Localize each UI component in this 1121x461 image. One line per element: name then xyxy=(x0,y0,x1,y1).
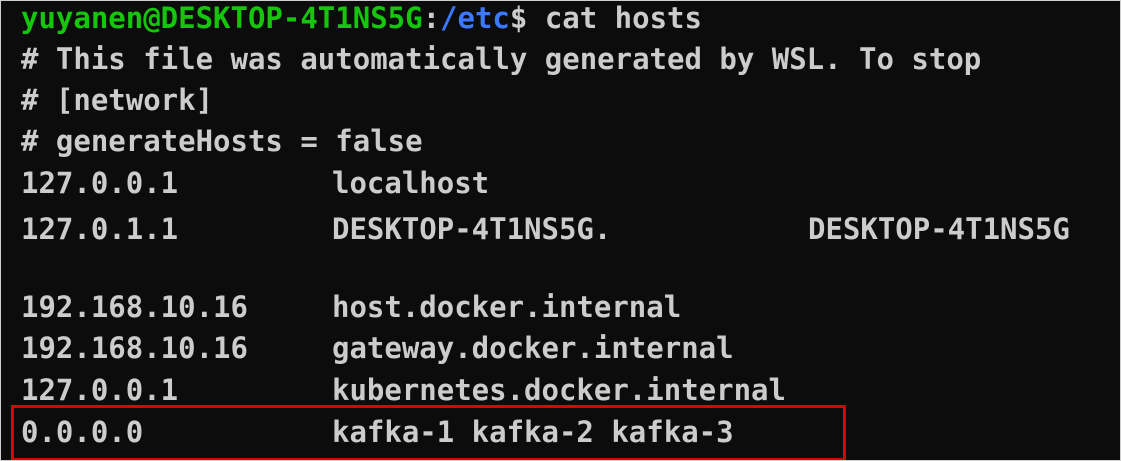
host-names: host.docker.internal xyxy=(332,290,682,324)
comment-line: # This file was automatically generated … xyxy=(21,42,982,76)
host-ip: 127.0.1.1 xyxy=(21,212,179,246)
host-alias: DESKTOP-4T1NS5G xyxy=(808,212,1070,246)
hosts-entry: 127.0.1.1 DESKTOP-4T1NS5G. DESKTOP-4T1NS5G xyxy=(21,208,1070,250)
prompt-user-host: yuyanen@DESKTOP-4T1NS5G xyxy=(21,1,423,35)
prompt-separator: : xyxy=(422,1,441,35)
host-ip: 192.168.10.16 xyxy=(21,290,248,324)
host-names: localhost xyxy=(332,166,490,200)
highlight-annotation-box xyxy=(11,405,846,460)
terminal-window[interactable]: yuyanen@DESKTOP-4T1NS5G:/etc$ cat hosts … xyxy=(0,0,1121,461)
host-names: gateway.docker.internal xyxy=(332,331,734,365)
comment-line: # generateHosts = false xyxy=(21,124,423,158)
prompt-symbol: $ xyxy=(509,1,528,35)
host-names: DESKTOP-4T1NS5G. xyxy=(332,212,612,246)
comment-line: # [network] xyxy=(21,83,214,117)
prompt-line: yuyanen@DESKTOP-4T1NS5G:/etc$ cat hosts xyxy=(21,1,702,39)
host-ip: 192.168.10.16 xyxy=(21,331,248,365)
hosts-entry: 127.0.0.1 localhost xyxy=(21,162,489,204)
hosts-entry: 192.168.10.16 host.docker.internal xyxy=(21,286,681,328)
hosts-entry: 192.168.10.16 gateway.docker.internal xyxy=(21,327,734,369)
prompt-path: /etc xyxy=(440,1,510,35)
host-ip: 127.0.0.1 xyxy=(21,166,179,200)
command-text: cat hosts xyxy=(527,1,702,35)
